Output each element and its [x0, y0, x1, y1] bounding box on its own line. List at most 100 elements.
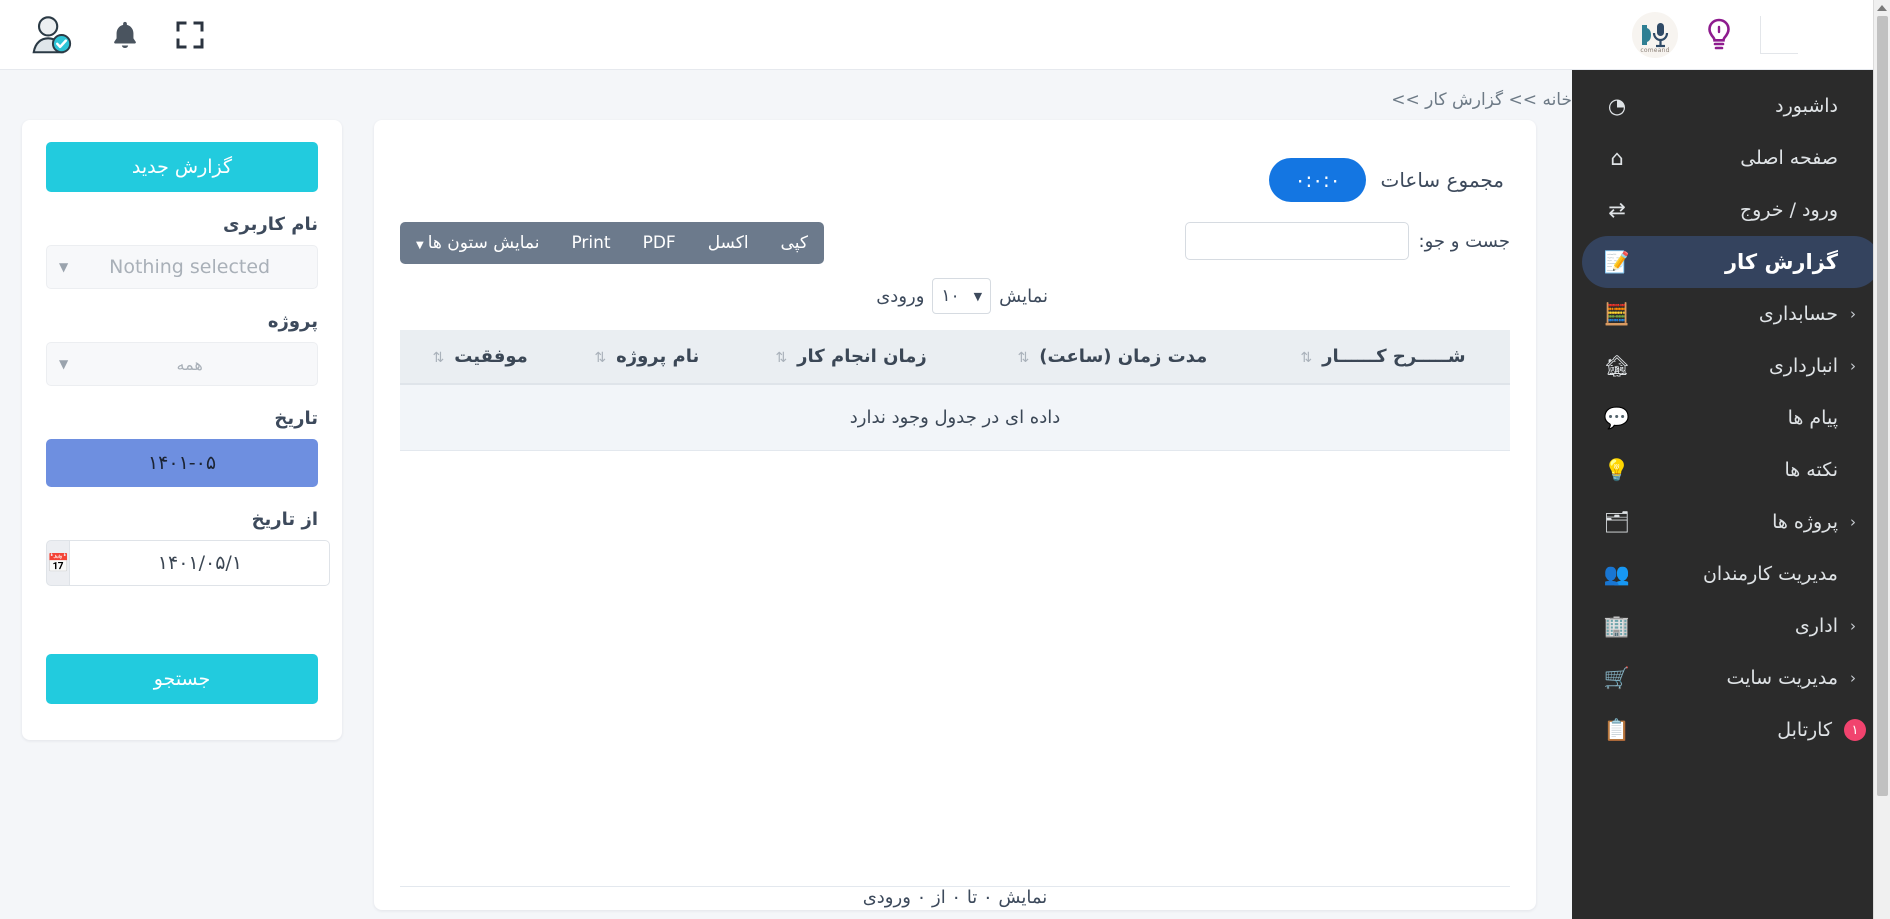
report-edit-icon: 📝: [1603, 249, 1631, 274]
sidebar-item-label: صفحه اصلی: [1740, 147, 1838, 169]
sidebar-item-0[interactable]: داشبورد ◔: [1582, 80, 1880, 132]
table-length-row: نمایش ▼ ۱۰ ورودی: [400, 278, 1510, 314]
username-select-value: Nothing selected: [109, 256, 271, 278]
table-length-suffix: ورودی: [876, 285, 925, 307]
sort-arrows-icon: ⇅: [1300, 350, 1313, 366]
scrollbar-thumb[interactable]: [1876, 16, 1888, 796]
print-button[interactable]: Print: [555, 222, 626, 264]
project-select[interactable]: ▼ همه: [46, 342, 318, 386]
office-icon: 🏢: [1603, 613, 1631, 638]
sidebar-item-3[interactable]: گزارش کار 📝: [1582, 236, 1880, 288]
sidebar-item-badge: ۱: [1844, 719, 1866, 741]
sort-arrows-icon: ⇅: [594, 350, 607, 366]
month-picker-button[interactable]: ۱۴۰۱-۰۵: [46, 439, 318, 487]
sidebar-item-9[interactable]: مدیریت کارمندان 👥: [1582, 548, 1880, 600]
chevron-left-icon: ‹: [1850, 357, 1856, 375]
chevron-down-icon: ▼: [416, 240, 424, 251]
export-buttons-group: کپی اکسل PDF Print نمایش ستون ها▼: [400, 222, 824, 264]
sidebar-item-4[interactable]: ‹ حسابداری 🧮: [1582, 288, 1880, 340]
column-visibility-button[interactable]: نمایش ستون ها▼: [400, 222, 555, 264]
table-column-header-3[interactable]: نام پروژه ⇅: [560, 330, 734, 385]
sidebar-item-7[interactable]: نکته ها 💡: [1582, 444, 1880, 496]
username-select[interactable]: ▼ Nothing selected: [46, 245, 318, 289]
table-column-label: شـــــرح کــــــار: [1322, 346, 1466, 367]
sidebar-item-label: انبارداری: [1768, 355, 1838, 377]
employees-icon: 👥: [1603, 561, 1631, 586]
sidebar-item-2[interactable]: ورود / خروج ⇄: [1582, 184, 1880, 236]
projects-icon: 🗂: [1603, 509, 1631, 534]
user-verified-icon[interactable]: [28, 12, 74, 58]
table-length-prefix: نمایش: [999, 285, 1048, 307]
table-header-row: شـــــرح کــــــار⇅ مدت زمان (ساعت)⇅ زمان …: [400, 330, 1510, 385]
table-column-header-1[interactable]: مدت زمان (ساعت) ⇅: [968, 330, 1256, 385]
inbox-arrow-icon: 📋: [1603, 717, 1631, 742]
idea-bulb-icon: 💡: [1603, 457, 1631, 482]
sort-arrows-icon: ⇅: [1017, 350, 1030, 366]
sidebar-item-8[interactable]: ‹ پروژه ها 🗂: [1582, 496, 1880, 548]
search-submit-button[interactable]: جستجو: [46, 654, 318, 704]
excel-button[interactable]: اکسل: [692, 222, 765, 264]
breadcrumb: خانه >> گزارش کار >>: [1391, 90, 1572, 110]
chevron-left-icon: ‹: [1850, 617, 1856, 635]
home-icon: ⌂: [1610, 146, 1624, 170]
gauge-icon: ◔: [1607, 94, 1627, 118]
chevron-down-icon: ▼: [59, 357, 69, 371]
copy-button[interactable]: کپی: [765, 222, 824, 264]
table-column-label: موفقیت: [454, 346, 528, 367]
table-column-header-4[interactable]: موفقیت ⇅: [400, 330, 561, 385]
table-column-label: مدت زمان (ساعت): [1039, 346, 1208, 367]
chevron-left-icon: ‹: [1850, 305, 1856, 323]
blank-panel-box: [1760, 15, 1798, 54]
top-bar: comeand: [0, 0, 1890, 70]
table-column-header-2[interactable]: زمان انجام کار ⇅: [733, 330, 969, 385]
app-root: comeand داشبورد ◔ صفحه اصلی ⌂ ورود / خروج ⇄ گز…: [0, 0, 1890, 919]
table-empty-message: داده ای در جدول وجود ندارد: [400, 384, 1510, 451]
cart-icon: 🛒: [1603, 665, 1631, 690]
sum-hours-label: مجموع ساعات: [1380, 168, 1504, 192]
username-label: نام کاربری: [222, 214, 318, 235]
report-table-head: شـــــرح کــــــار⇅ مدت زمان (ساعت)⇅ زمان …: [400, 330, 1510, 385]
sidebar-item-label: اداری: [1794, 615, 1838, 637]
voice-command-icon[interactable]: comeand: [1632, 11, 1678, 58]
from-date-input[interactable]: [70, 540, 331, 586]
sidebar-item-label: گزارش کار: [1724, 250, 1838, 274]
sidebar-item-12[interactable]: ۱ کارتابل 📋: [1582, 704, 1880, 756]
accounting-icon: 🧮: [1603, 301, 1631, 326]
sidebar-item-label: نکته ها: [1784, 459, 1838, 481]
table-search-input[interactable]: [1184, 222, 1409, 260]
table-row: داده ای در جدول وجود ندارد: [400, 384, 1510, 451]
table-search-label: جست و جو:: [1418, 230, 1511, 252]
from-date-label: از تاریخ: [251, 509, 318, 530]
hamburger-menu-icon[interactable]: [1824, 22, 1860, 48]
table-column-header-0[interactable]: شـــــرح کــــــار ⇅: [1255, 330, 1510, 385]
new-report-button[interactable]: گزارش جدید: [46, 142, 318, 192]
report-table-card: مجموع ساعات ۰:۰:۰ جست و جو: کپی اکسل PDF Pr…: [374, 120, 1536, 910]
scroll-up-arrow-icon[interactable]: [1877, 5, 1887, 11]
sidebar-item-6[interactable]: پیام ها 💬: [1582, 392, 1880, 444]
voice-command-caption: comeand: [1640, 46, 1670, 54]
lightbulb-icon[interactable]: [1704, 18, 1734, 52]
login-logout-icon: ⇄: [1608, 198, 1626, 222]
topbar-right-group: comeand: [1632, 11, 1890, 58]
sum-hours-row: مجموع ساعات ۰:۰:۰: [400, 144, 1510, 208]
sidebar-item-5[interactable]: ‹ انبارداری 🏚: [1582, 340, 1880, 392]
project-label: پروژه: [267, 311, 318, 332]
from-date-group: 📅: [46, 540, 331, 586]
bell-icon[interactable]: [110, 19, 140, 51]
fullscreen-icon[interactable]: [176, 21, 204, 49]
sum-hours-badge: ۰:۰:۰: [1268, 158, 1367, 202]
report-table-body: داده ای در جدول وجود ندارد: [400, 384, 1510, 451]
window-scrollbar[interactable]: [1873, 0, 1890, 919]
sort-arrows-icon: ⇅: [775, 350, 788, 366]
calendar-icon[interactable]: 📅: [46, 540, 71, 586]
sidebar-item-label: کارتابل: [1777, 719, 1832, 741]
sidebar-item-10[interactable]: ‹ اداری 🏢: [1582, 600, 1880, 652]
sidebar-item-1[interactable]: صفحه اصلی ⌂: [1582, 132, 1880, 184]
sidebar-item-11[interactable]: ‹ مدیریت سایت 🛒: [1582, 652, 1880, 704]
table-footer-info: نمایش ۰ تا ۰ از ۰ ورودی: [400, 886, 1510, 910]
pdf-button[interactable]: PDF: [627, 222, 692, 264]
table-length-select[interactable]: ▼ ۱۰: [932, 278, 992, 314]
report-table: شـــــرح کــــــار⇅ مدت زمان (ساعت)⇅ زمان …: [400, 330, 1510, 451]
sidebar-item-label: داشبورد: [1775, 95, 1838, 117]
warehouse-icon: 🏚: [1603, 353, 1631, 378]
